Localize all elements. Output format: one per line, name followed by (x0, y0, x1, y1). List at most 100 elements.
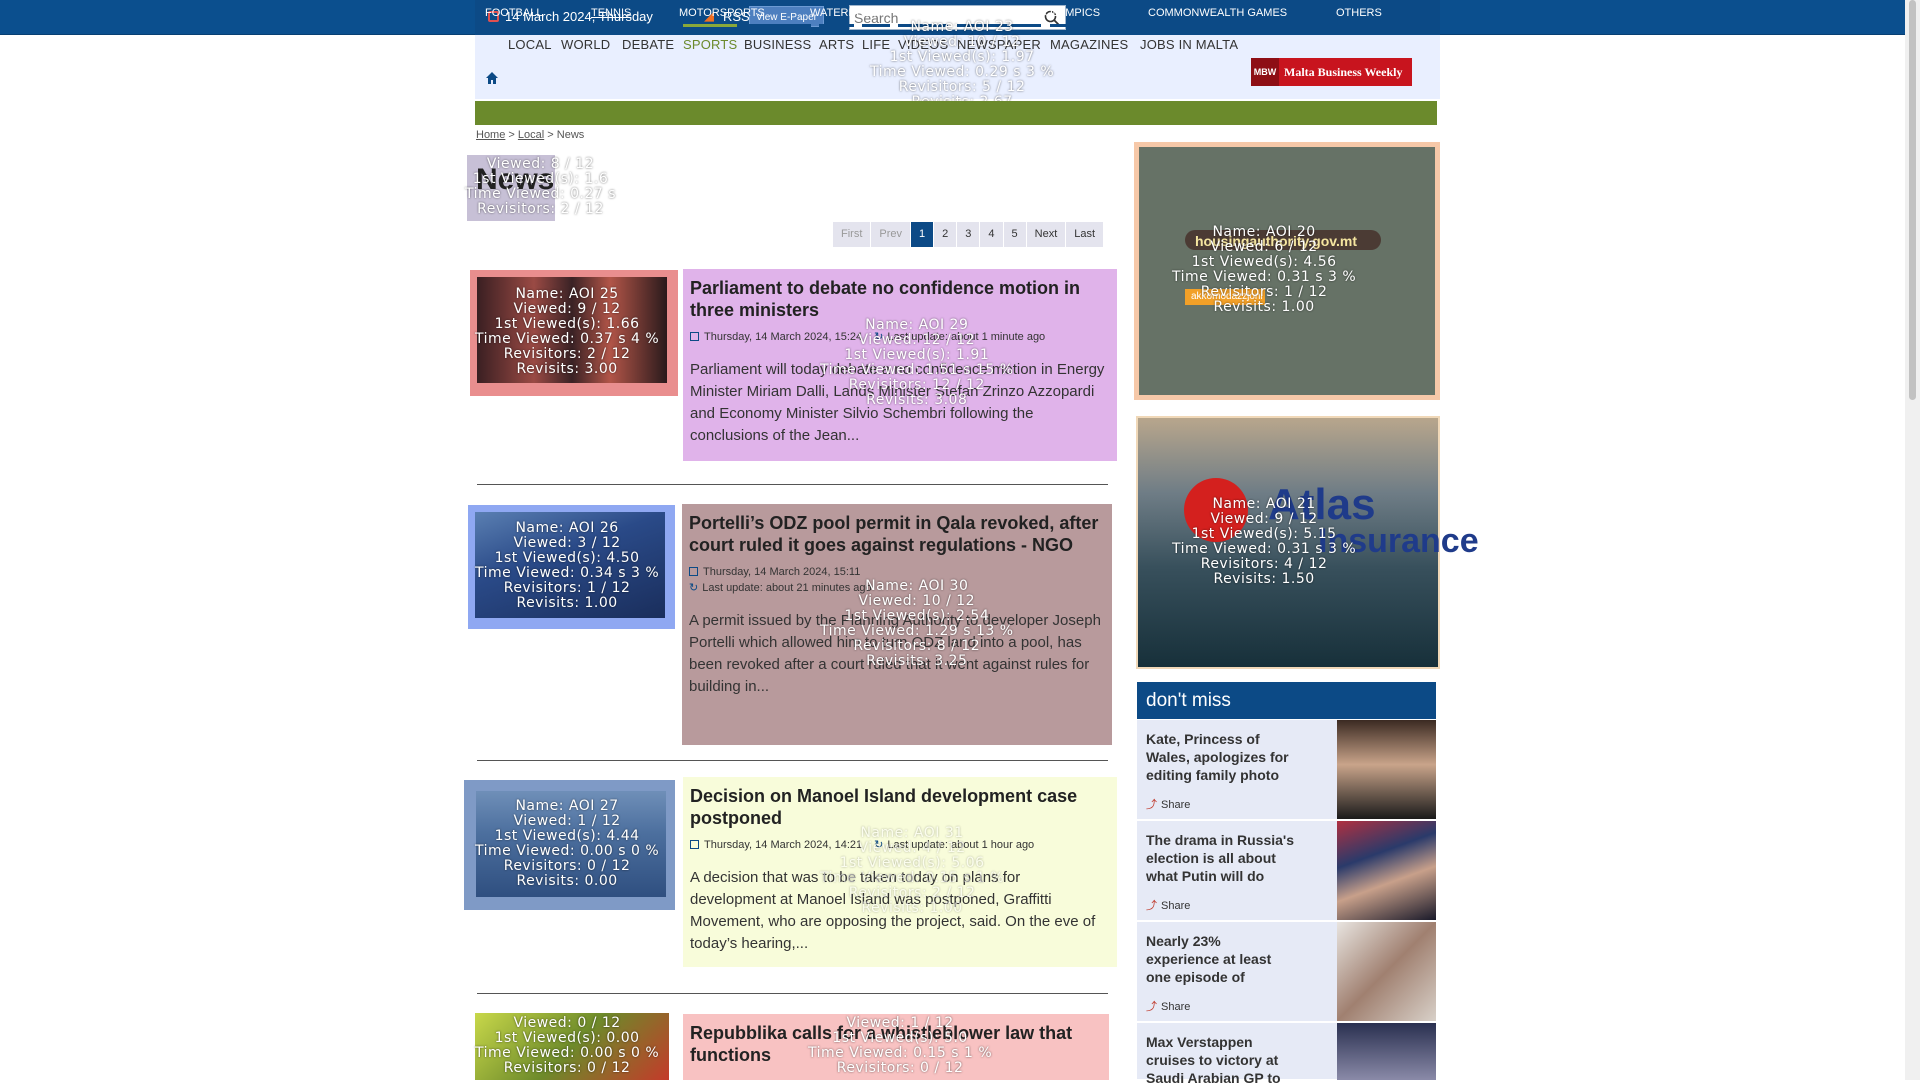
subnav-others[interactable]: OTHERS (1336, 7, 1382, 19)
breadcrumb-current: News (556, 129, 585, 141)
calendar-icon (690, 840, 699, 849)
nav-magazines[interactable]: MAGAZINES (1050, 24, 1129, 52)
pager-next[interactable]: Next (1026, 222, 1066, 247)
article-update: Last update: about 21 minutes ago (702, 582, 872, 594)
share-icon: ⤴ (1146, 799, 1157, 811)
subnav-tennis[interactable]: TENNIS (591, 7, 631, 19)
ad-banner: Atlas Insurance (1138, 418, 1479, 667)
nav-local[interactable]: LOCAL (508, 24, 552, 52)
dont-miss-image[interactable] (1337, 922, 1436, 1021)
atlas-insurance-ad[interactable]: Atlas Insurance (1136, 416, 1479, 669)
article-title[interactable]: Repubblika calls for a whistleblower law… (690, 1022, 1102, 1066)
share-button[interactable]: ⤴ Share (1146, 998, 1190, 1014)
breadcrumb-sep: > (508, 129, 515, 141)
nav-business[interactable]: BUSINESS (744, 24, 812, 52)
ad-url: housingauthority.gov.mt (1195, 233, 1358, 249)
nav-world[interactable]: WORLD (561, 24, 611, 52)
malta-business-weekly-logo[interactable]: MBW Malta Business Weekly (1251, 58, 1412, 86)
article-card[interactable]: Decision on Manoel Island development ca… (683, 777, 1117, 967)
share-icon: ⤴ (1146, 1001, 1157, 1013)
scrollbar-thumb[interactable] (1909, 0, 1916, 400)
divider (477, 993, 1108, 994)
nav-newspaper[interactable]: NEWSPAPER (957, 24, 1041, 52)
article-thumbnail[interactable] (468, 505, 675, 629)
pager-page-1[interactable]: 1 (911, 222, 934, 247)
article-meta: Thursday, 14 March 2024, 15:11 ↻ Last upda… (689, 564, 1105, 596)
refresh-icon: ↻ (689, 582, 699, 594)
nav-jobs-in-malta[interactable]: JOBS IN MALTA (1140, 24, 1239, 52)
subnav-motorsports[interactable]: MOTORSPORTS (679, 7, 765, 19)
breadcrumb-local[interactable]: Local (518, 129, 544, 141)
dont-miss-item[interactable]: The drama in Russia's election is all ab… (1137, 821, 1436, 921)
subnav-football[interactable]: FOOTBALL (485, 7, 542, 19)
atlas-logo-icon (1184, 478, 1248, 542)
calendar-icon (689, 567, 698, 576)
breadcrumb-sep: > (547, 129, 554, 141)
dont-miss-image[interactable] (1337, 821, 1436, 920)
subnav-waterpolo[interactable]: WATERPOLO (810, 7, 879, 19)
pagination: First Prev 1 2 3 4 5 Next Last (833, 222, 1104, 247)
share-button[interactable]: ⤴ Share (1146, 796, 1190, 812)
article-thumbnail[interactable] (470, 270, 678, 396)
breadcrumb-home[interactable]: Home (476, 129, 505, 141)
article-thumbnail[interactable] (464, 780, 675, 910)
article-title[interactable]: Parliament to debate no confidence motio… (690, 277, 1110, 321)
pager-page-5[interactable]: 5 (1003, 222, 1026, 247)
share-button[interactable]: ⤴ Share (1146, 897, 1190, 913)
breadcrumb: Home > Local > News (476, 129, 584, 141)
page-title: News (476, 163, 555, 196)
pager-page-3[interactable]: 3 (957, 222, 980, 247)
subnav-commonwealth-games[interactable]: COMMONWEALTH GAMES (1148, 7, 1287, 19)
article-card[interactable]: Repubblika calls for a whistleblower law… (683, 1014, 1109, 1080)
atlas-subbrand: Insurance (1318, 522, 1479, 560)
divider (477, 760, 1108, 761)
dont-miss-header: don't miss (1137, 682, 1436, 719)
dont-miss-item[interactable]: Max Verstappen cruises to victory at Sau… (1137, 1023, 1436, 1086)
article-title[interactable]: Portelli’s ODZ pool permit in Qala revok… (689, 512, 1105, 556)
nav-life[interactable]: LIFE (862, 24, 891, 52)
housing-authority-ad[interactable]: housingauthority.gov.mt akkomodazzjoni (1134, 142, 1440, 400)
article-excerpt: A decision that was to be taken today on… (690, 869, 1096, 952)
pager-first[interactable]: First (833, 222, 871, 247)
nav-sports[interactable]: SPORTS (683, 24, 738, 52)
article-image (477, 277, 667, 383)
dont-miss-title[interactable]: Kate, Princess of Wales, apologizes for … (1146, 730, 1296, 784)
article-date: Thursday, 14 March 2024, 14:21 (704, 839, 863, 851)
pager-last[interactable]: Last (1066, 222, 1104, 247)
nav-debate[interactable]: DEBATE (622, 24, 675, 52)
pager-page-4[interactable]: 4 (980, 222, 1003, 247)
pager-page-2[interactable]: 2 (934, 222, 957, 247)
article-image (475, 1013, 669, 1080)
nav-arts[interactable]: ARTS (819, 24, 855, 52)
article-excerpt: A permit issued by the Planning Authorit… (689, 612, 1101, 695)
article-update: Last update: about 1 minute ago (887, 331, 1046, 343)
ad-banner: housingauthority.gov.mt akkomodazzjoni (1139, 147, 1435, 395)
article-image (475, 512, 665, 618)
nav-videos[interactable]: VIDEOS (898, 24, 949, 52)
article-image (476, 791, 666, 897)
article-meta: Thursday, 14 March 2024, 14:21 ↻ Last upda… (690, 837, 1110, 853)
article-date: Thursday, 14 March 2024, 15:24 (704, 331, 863, 343)
dont-miss-item[interactable]: Nearly 23% experience at least one episo… (1137, 922, 1436, 1022)
article-meta: Thursday, 14 March 2024, 15:24 ↻ Last upda… (690, 329, 1110, 345)
share-icon: ⤴ (1146, 900, 1157, 912)
refresh-icon: ↻ (874, 331, 884, 343)
dont-miss-title[interactable]: Nearly 23% experience at least one episo… (1146, 932, 1296, 986)
subnav-basketball[interactable]: BASKETBALL (928, 7, 998, 19)
article-excerpt: Parliament will today debate a no confid… (690, 361, 1105, 444)
article-title[interactable]: Decision on Manoel Island development ca… (690, 785, 1110, 829)
page-scrollbar[interactable] (1905, 0, 1920, 1080)
pager-prev[interactable]: Prev (871, 222, 911, 247)
dont-miss-title[interactable]: Max Verstappen cruises to victory at Sau… (1146, 1033, 1296, 1087)
dont-miss-item[interactable]: Kate, Princess of Wales, apologizes for … (1137, 720, 1436, 820)
article-thumbnail[interactable] (475, 1013, 669, 1080)
article-card[interactable]: Portelli’s ODZ pool permit in Qala revok… (682, 504, 1112, 745)
refresh-icon: ↻ (874, 839, 884, 851)
article-card[interactable]: Parliament to debate no confidence motio… (683, 269, 1117, 461)
dont-miss-image[interactable] (1337, 720, 1436, 819)
subnav-olympics[interactable]: OLYMPICS (1044, 7, 1100, 19)
sports-subnav (475, 101, 1437, 125)
dont-miss-image[interactable] (1337, 1023, 1436, 1080)
home-icon[interactable] (485, 71, 499, 85)
dont-miss-title[interactable]: The drama in Russia's election is all ab… (1146, 831, 1296, 885)
